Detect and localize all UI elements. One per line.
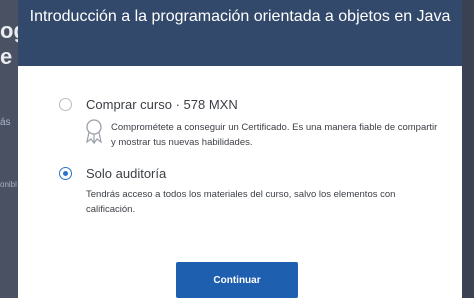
purchase-radio[interactable] (59, 98, 72, 111)
enrollment-modal: Introducción a la programación orientada… (18, 0, 462, 298)
modal-title: Introducción a la programación orientada… (18, 0, 462, 66)
continue-button[interactable]: Continuar (176, 262, 298, 298)
certificate-icon (86, 119, 102, 144)
background-link-fragment: ás (0, 117, 11, 128)
audit-radio[interactable] (59, 167, 72, 180)
audit-label: Solo auditoría (86, 166, 167, 181)
background-right-edge (462, 0, 474, 298)
background-title-fragment-2: e (0, 44, 13, 69)
background-text-fragment: onibl (0, 180, 17, 189)
purchase-description: Comprométete a conseguir un Certificado.… (111, 122, 438, 148)
purchase-label: Comprar curso · 578 MXN (86, 97, 238, 112)
audit-description: Tendrás acceso a todos los materiales de… (86, 189, 396, 215)
